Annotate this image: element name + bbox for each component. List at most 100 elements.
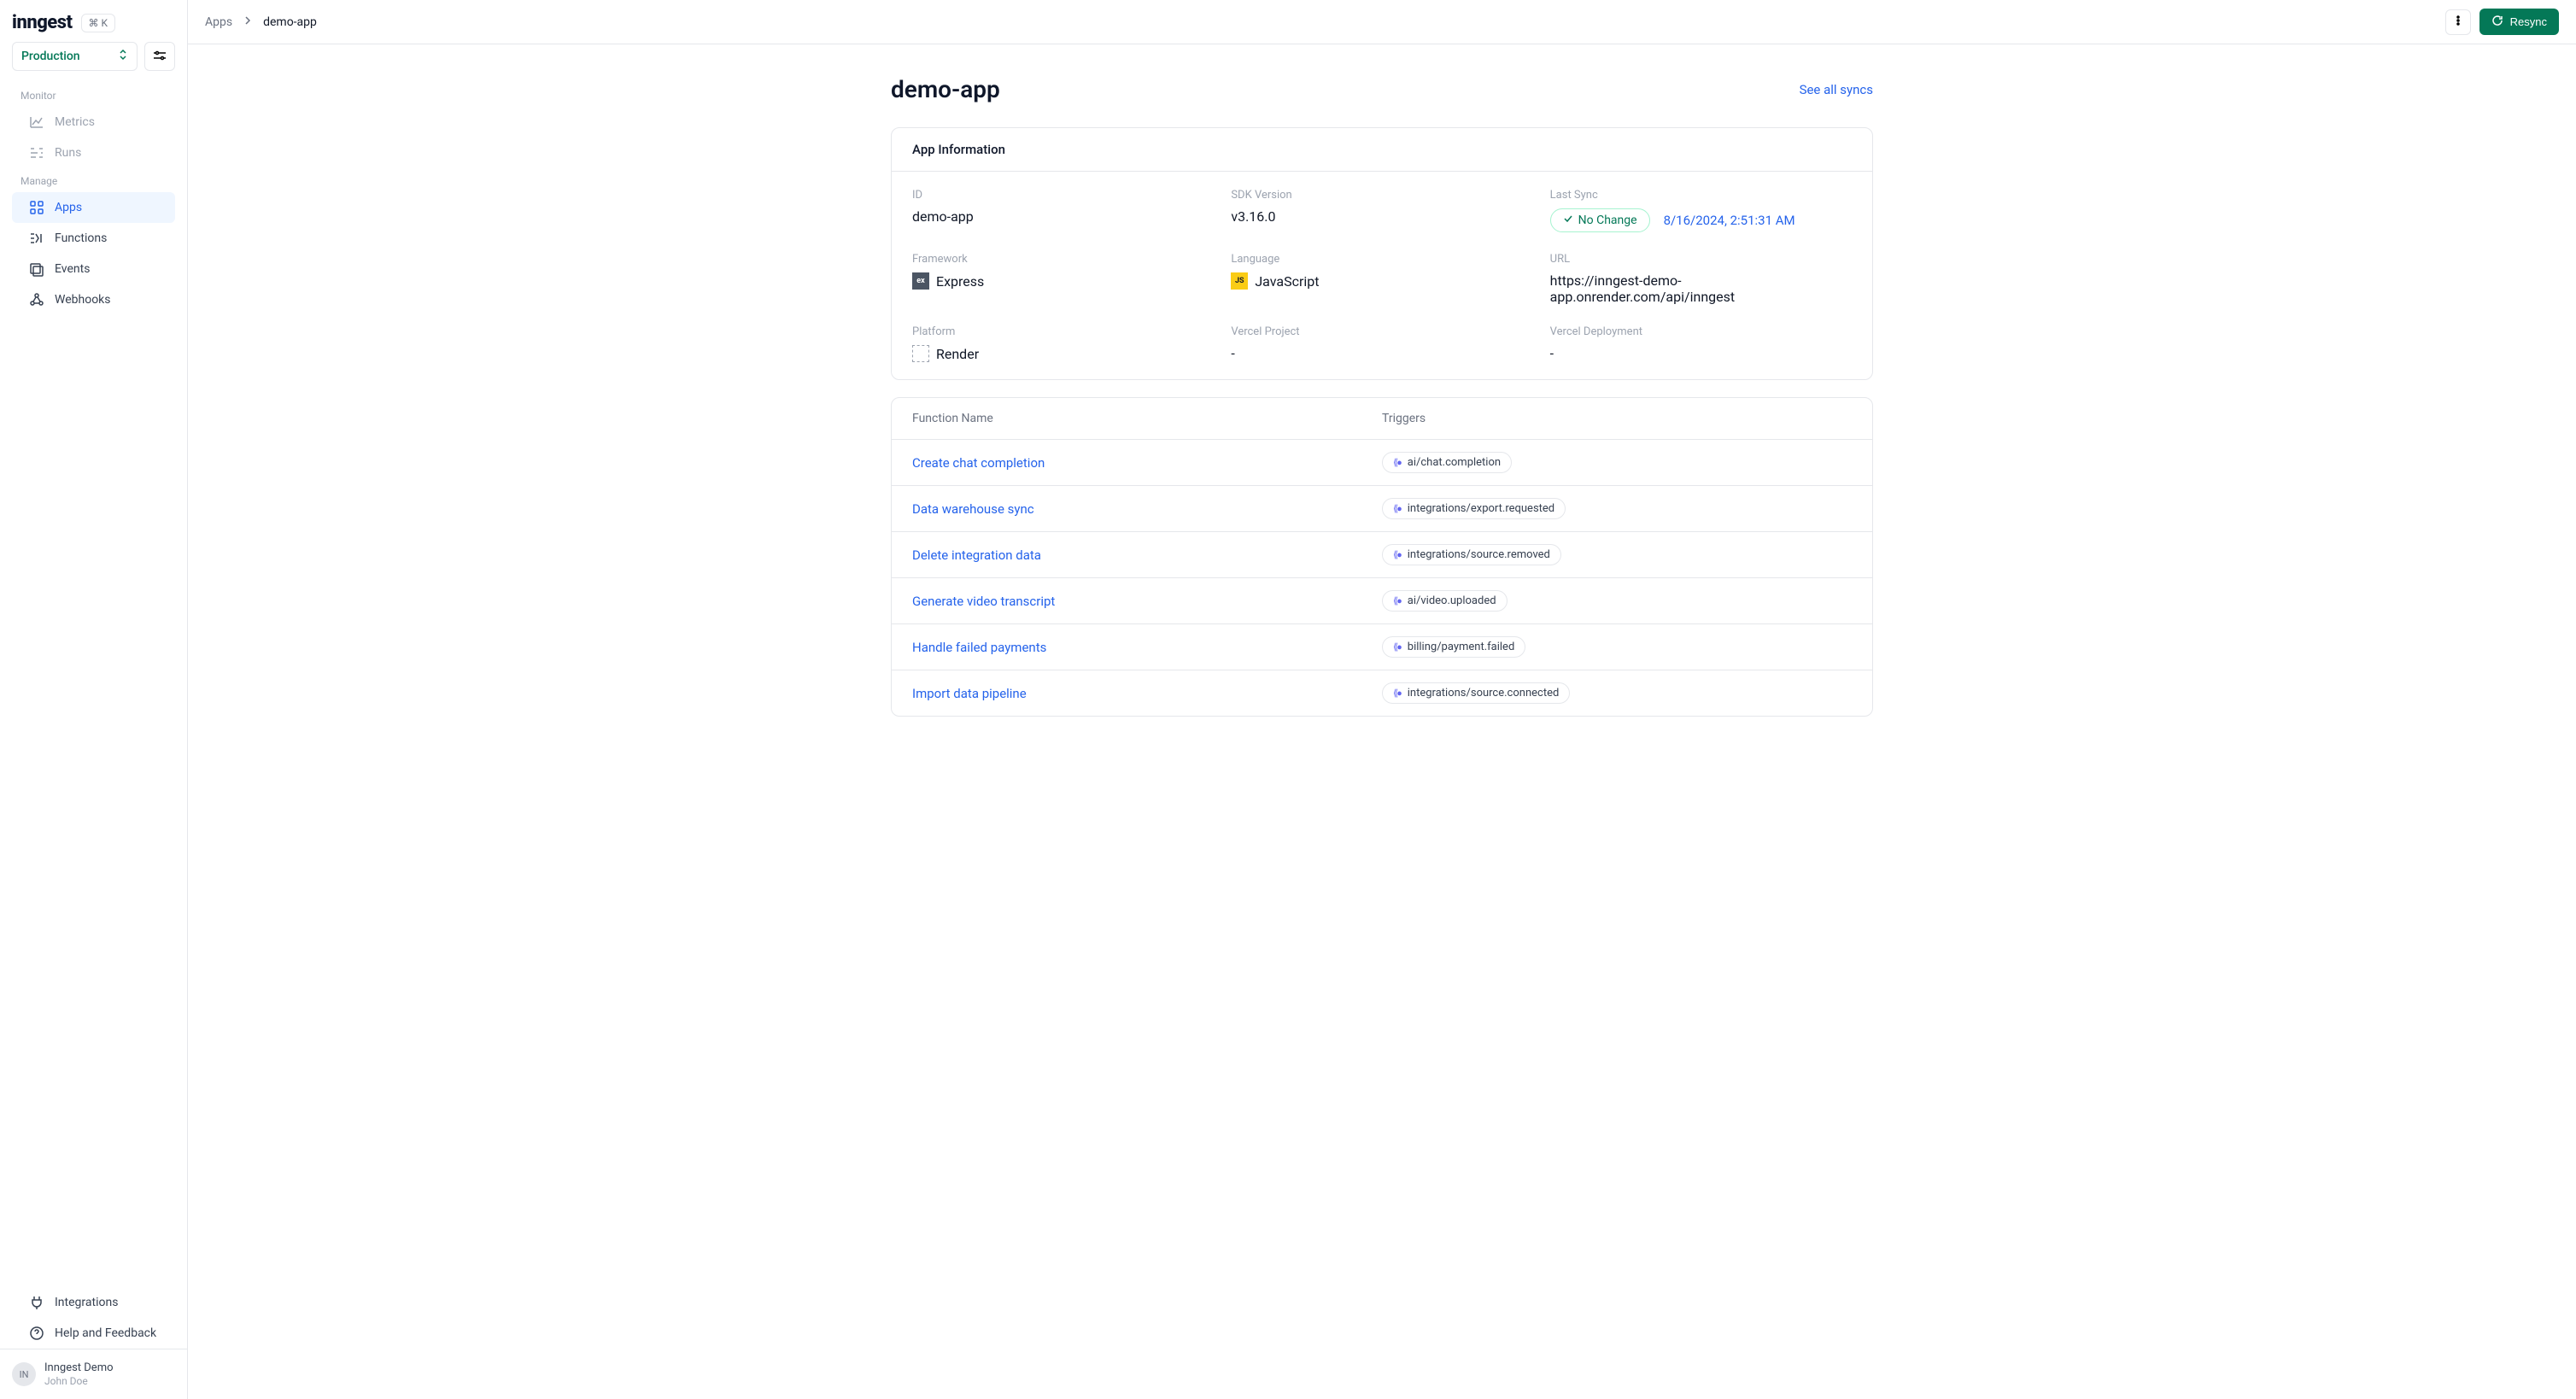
sidebar-item-label: Runs xyxy=(55,146,81,160)
col-triggers: Triggers xyxy=(1382,412,1852,425)
sidebar: inngest ⌘ K Production Monitor Metrics xyxy=(0,0,188,1399)
chart-icon xyxy=(29,114,44,130)
environment-settings-button[interactable] xyxy=(144,42,175,71)
trigger-pill: ⟪● ai/video.uploaded xyxy=(1382,590,1508,612)
sidebar-item-integrations[interactable]: Integrations xyxy=(12,1287,175,1318)
card-header: App Information xyxy=(892,128,1872,172)
sidebar-item-label: Metrics xyxy=(55,115,95,129)
environment-selected: Production xyxy=(21,50,80,63)
info-label-vercel-project: Vercel Project xyxy=(1231,325,1532,338)
render-icon xyxy=(912,345,929,362)
sidebar-item-apps[interactable]: Apps xyxy=(12,192,175,223)
info-value-platform: Render xyxy=(936,346,979,362)
webhooks-icon xyxy=(29,292,44,307)
sidebar-item-label: Webhooks xyxy=(55,293,111,307)
breadcrumb-current: demo-app xyxy=(263,15,317,29)
functions-icon xyxy=(29,231,44,246)
info-value-language: JavaScript xyxy=(1255,273,1319,290)
function-name-link[interactable]: Generate video transcript xyxy=(912,594,1382,609)
sidebar-item-metrics[interactable]: Metrics xyxy=(12,107,175,138)
table-row[interactable]: Create chat completion ⟪● ai/chat.completi… xyxy=(892,440,1872,486)
info-label-url: URL xyxy=(1550,253,1852,266)
trigger-text: ai/chat.completion xyxy=(1408,456,1501,469)
user-sub: John Doe xyxy=(44,1375,114,1387)
chevron-right-icon xyxy=(243,15,253,29)
event-icon: ⟪● xyxy=(1393,688,1401,699)
info-value-sdk: v3.16.0 xyxy=(1231,208,1532,225)
info-value-id: demo-app xyxy=(912,208,1214,225)
runs-icon xyxy=(29,145,44,161)
info-label-sdk: SDK Version xyxy=(1231,189,1532,202)
see-all-syncs-link[interactable]: See all syncs xyxy=(1800,82,1873,97)
resync-button[interactable]: Resync xyxy=(2479,9,2559,35)
function-name-link[interactable]: Handle failed payments xyxy=(912,640,1382,655)
info-label-framework: Framework xyxy=(912,253,1214,266)
sidebar-item-label: Integrations xyxy=(55,1296,118,1309)
function-name-link[interactable]: Create chat completion xyxy=(912,455,1382,471)
sidebar-item-help[interactable]: Help and Feedback xyxy=(12,1318,175,1349)
avatar: IN xyxy=(12,1362,36,1386)
event-icon: ⟪● xyxy=(1393,549,1401,560)
sidebar-item-functions[interactable]: Functions xyxy=(12,223,175,254)
info-label-id: ID xyxy=(912,189,1214,202)
sync-status-pill: No Change xyxy=(1550,208,1650,232)
sidebar-item-label: Functions xyxy=(55,231,107,245)
table-row[interactable]: Handle failed payments ⟪● billing/payment.… xyxy=(892,624,1872,670)
event-icon: ⟪● xyxy=(1393,595,1401,606)
info-label-vercel-deploy: Vercel Deployment xyxy=(1550,325,1852,338)
info-value-framework: Express xyxy=(936,273,984,290)
sync-time-link[interactable]: 8/16/2024, 2:51:31 AM xyxy=(1664,213,1795,228)
breadcrumb: Apps demo-app xyxy=(205,15,317,29)
functions-table: Function Name Triggers Create chat compl… xyxy=(891,397,1873,717)
app-info-card: App Information ID demo-app SDK Version … xyxy=(891,127,1873,380)
sidebar-item-runs[interactable]: Runs xyxy=(12,138,175,168)
nav-section-manage: Manage xyxy=(0,168,187,192)
function-name-link[interactable]: Import data pipeline xyxy=(912,686,1382,701)
trigger-pill: ⟪●integrations/source.removed xyxy=(1382,544,1561,565)
sidebar-item-label: Apps xyxy=(55,201,82,214)
sync-status-text: No Change xyxy=(1578,214,1637,227)
trigger-pill: ⟪● integrations/source.connected xyxy=(1382,682,1570,704)
nav-section-monitor: Monitor xyxy=(0,83,187,107)
logo: inngest xyxy=(12,12,73,33)
environment-select[interactable]: Production xyxy=(12,42,138,71)
javascript-icon: JS xyxy=(1231,272,1248,290)
info-value-url: https://inngest-demo-app.onrender.com/ap… xyxy=(1550,272,1852,305)
info-label-last-sync: Last Sync xyxy=(1550,189,1852,202)
check-icon xyxy=(1563,214,1573,227)
info-value-vercel-project: - xyxy=(1231,345,1532,361)
info-label-platform: Platform xyxy=(912,325,1214,338)
more-actions-button[interactable] xyxy=(2445,9,2471,35)
table-row[interactable]: Generate video transcript ⟪● ai/video.uplo… xyxy=(892,578,1872,624)
table-row[interactable]: Delete integration data⟪●integrations/so… xyxy=(892,532,1872,578)
resync-label: Resync xyxy=(2510,15,2547,28)
sliders-icon xyxy=(153,49,167,65)
table-row[interactable]: Data warehouse sync⟪●integrations/export… xyxy=(892,486,1872,532)
trigger-text: billing/payment.failed xyxy=(1408,641,1515,653)
function-name-link[interactable]: Delete integration data xyxy=(912,547,1382,563)
sidebar-item-label: Events xyxy=(55,262,90,276)
trigger-pill: ⟪● ai/chat.completion xyxy=(1382,452,1512,473)
info-value-vercel-deploy: - xyxy=(1550,345,1852,361)
function-name-link[interactable]: Data warehouse sync xyxy=(912,501,1382,517)
trigger-text: integrations/source.connected xyxy=(1408,687,1560,700)
table-row[interactable]: Import data pipeline ⟪● integrations/sourc… xyxy=(892,670,1872,716)
command-shortcut[interactable]: ⌘ K xyxy=(81,14,116,32)
topbar: Apps demo-app Resync xyxy=(188,0,2576,44)
dots-vertical-icon xyxy=(2452,15,2464,29)
event-icon: ⟪● xyxy=(1393,457,1401,468)
events-icon xyxy=(29,261,44,277)
apps-icon xyxy=(29,200,44,215)
user-name: Inngest Demo xyxy=(44,1361,114,1375)
col-function-name: Function Name xyxy=(912,412,1382,425)
breadcrumb-root[interactable]: Apps xyxy=(205,15,232,29)
help-icon xyxy=(29,1326,44,1341)
sidebar-item-webhooks[interactable]: Webhooks xyxy=(12,284,175,315)
info-label-language: Language xyxy=(1231,253,1532,266)
event-icon: ⟪● xyxy=(1393,503,1401,514)
event-icon: ⟪● xyxy=(1393,641,1401,653)
refresh-icon xyxy=(2491,15,2503,29)
sidebar-item-events[interactable]: Events xyxy=(12,254,175,284)
user-menu[interactable]: IN Inngest Demo John Doe xyxy=(0,1349,187,1399)
trigger-text: ai/video.uploaded xyxy=(1408,594,1496,607)
